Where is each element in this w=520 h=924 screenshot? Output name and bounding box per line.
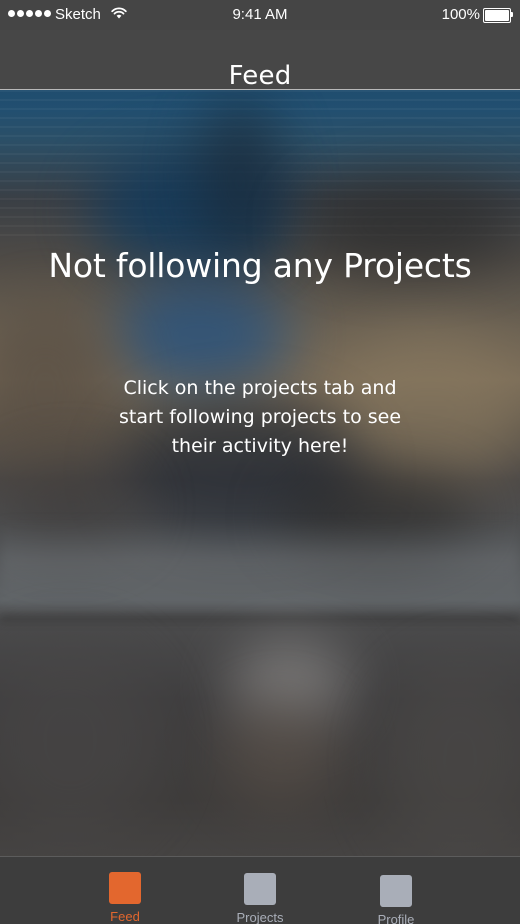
empty-state-title: Not following any Projects — [48, 246, 472, 285]
battery-percentage: 100% — [441, 6, 480, 23]
page-title: Feed — [228, 61, 292, 92]
empty-state-message: Click on the projects tab and start foll… — [118, 377, 402, 457]
tab-label-projects: Projects — [236, 910, 284, 924]
tab-profile[interactable]: Profile — [341, 857, 451, 924]
tab-bar: Feed Projects Profile — [0, 856, 520, 924]
tab-label-feed: Feed — [110, 909, 140, 924]
feed-tab-icon — [109, 872, 141, 904]
tab-projects[interactable]: Projects — [205, 857, 315, 924]
tab-label-profile: Profile — [377, 912, 415, 924]
profile-tab-icon — [380, 875, 412, 907]
feed-screen: Sketch 9:41 AM 100% Feed Not following a… — [0, 0, 520, 924]
tab-feed[interactable]: Feed — [70, 857, 180, 924]
navigation-bar: Feed — [0, 30, 520, 92]
status-bar: Sketch 9:41 AM 100% — [0, 0, 520, 30]
battery-icon — [483, 8, 513, 23]
projects-tab-icon — [244, 873, 276, 905]
background-image — [0, 0, 520, 924]
